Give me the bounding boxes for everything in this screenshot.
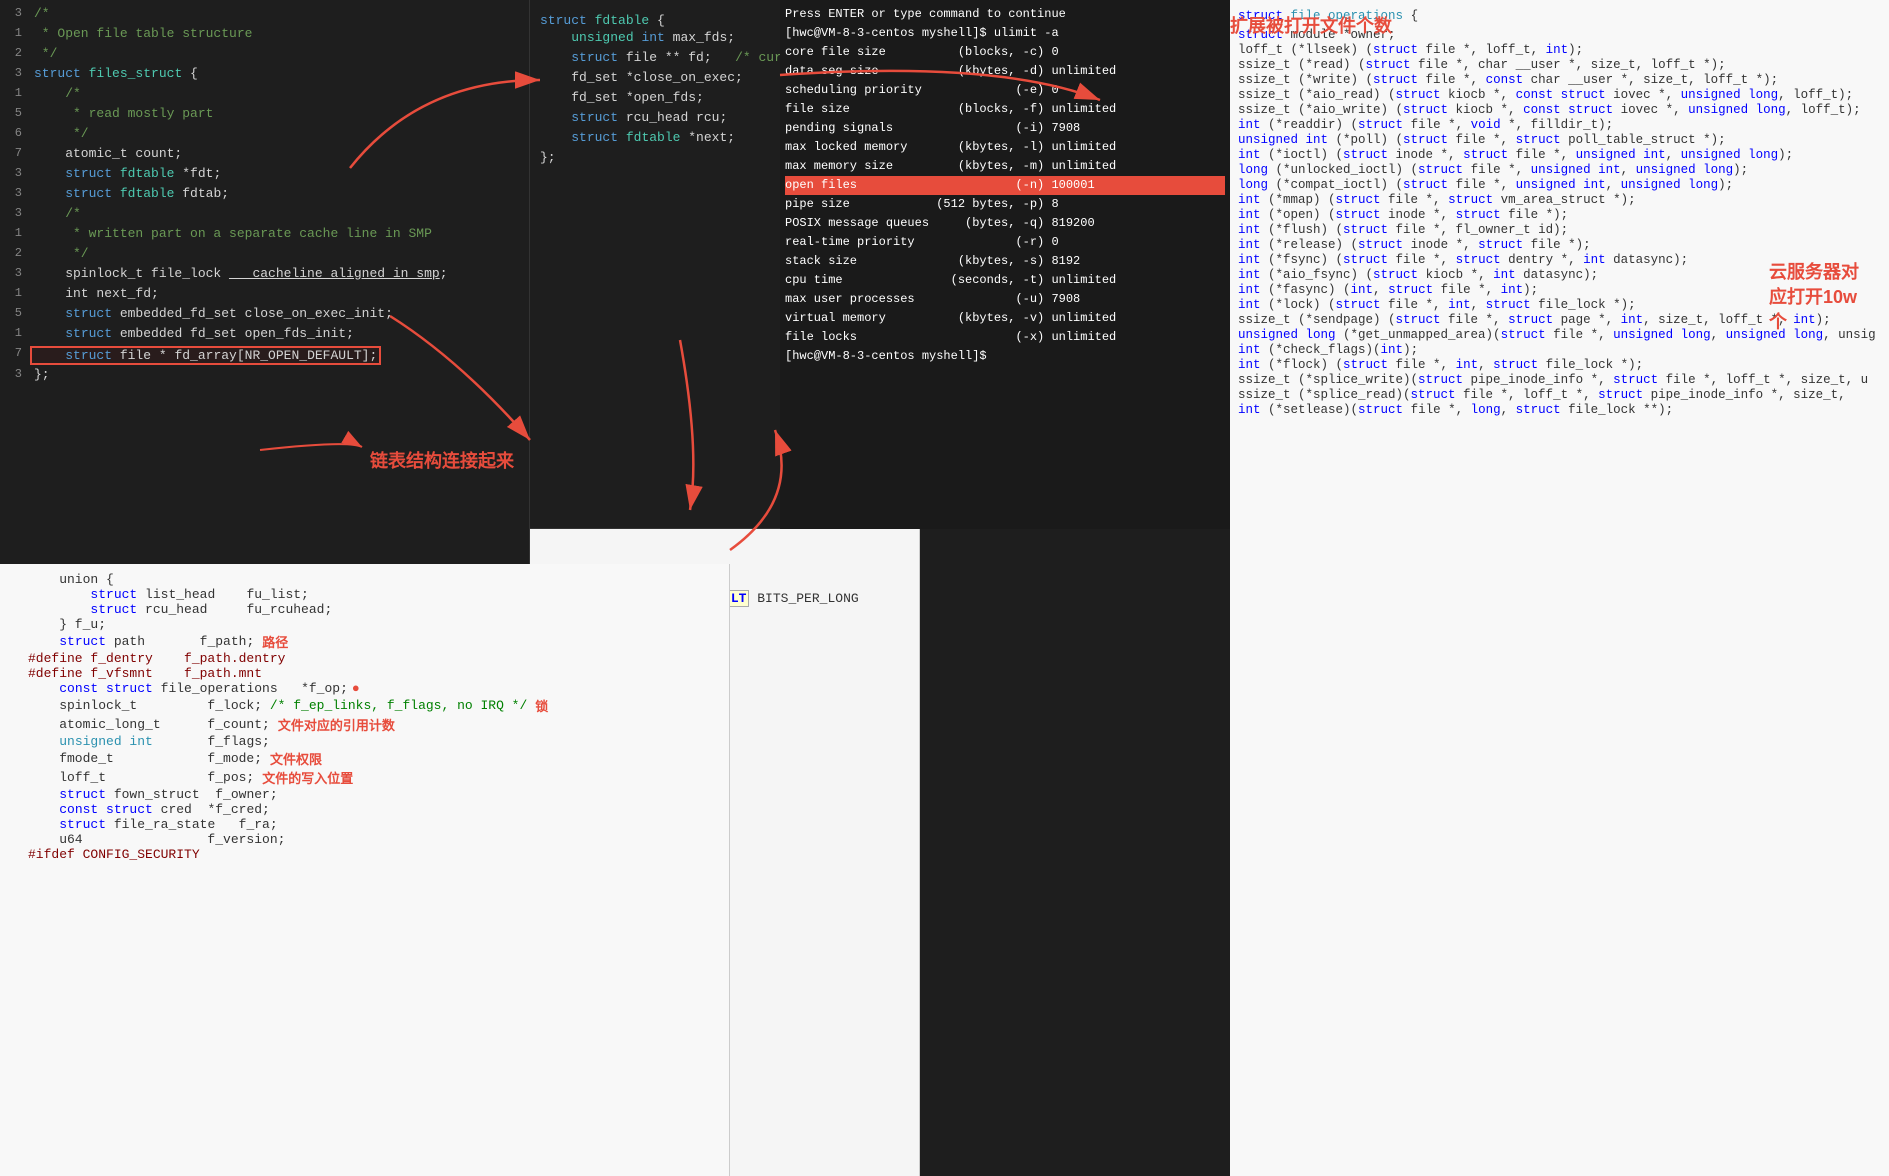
code-line: long (*unlocked_ioctl) (struct file *, u… [1230,162,1889,177]
lock-annotation: 锁 [535,696,548,715]
code-line: 3 /* [0,5,529,25]
highlight-code-line: 7 struct file * fd_array[NR_OPEN_DEFAULT… [0,345,529,366]
expand-files-annotation: 扩展被打开文件个数 [1230,12,1392,38]
code-line: unsigned int (*poll) (struct file *, str… [1230,132,1889,147]
code-line: int (*flush) (struct file *, fl_owner_t … [1230,222,1889,237]
terminal-line: max memory size (kbytes, -m) unlimited [785,157,1225,176]
code-line: ssize_t (*read) (struct file *, char __u… [1230,57,1889,72]
open-files-line: open files (-n) 100001 [785,176,1225,195]
code-line: 2 */ [0,245,529,265]
terminal-line: data seg size (kbytes, -d) unlimited [785,62,1225,81]
code-line: struct fown_struct f_owner; [0,787,729,802]
code-line: 1 * Open file table structure [0,25,529,45]
cloud-server-annotation: 云服务器对应打开10w个 [1769,260,1859,336]
code-line: ssize_t (*write) (struct file *, const c… [1230,72,1889,87]
code-line: 3 struct fdtable fdtab; [0,185,529,205]
code-line: int (*check_flags)(int); [1230,342,1889,357]
refcount-annotation: 文件对应的引用计数 [278,715,395,734]
code-line: int (*ioctl) (struct inode *, struct fil… [1230,147,1889,162]
chain-annotation: 链表结构连接起来 [370,447,514,473]
code-line: 5 * read mostly part [0,105,529,125]
code-line: #define f_dentry f_path.dentry [0,651,729,666]
terminal-line: stack size (kbytes, -s) 8192 [785,252,1225,271]
terminal-line: pipe size (512 bytes, -p) 8 [785,195,1225,214]
terminal-line: cpu time (seconds, -t) unlimited [785,271,1225,290]
terminal-line: POSIX message queues (bytes, -q) 819200 [785,214,1225,233]
fmode-annotation: 文件权限 [270,749,322,768]
code-line: 3 struct fdtable *fdt; [0,165,529,185]
code-line: int (*flock) (struct file *, int, struct… [1230,357,1889,372]
terminal-line: pending signals (-i) 7908 [785,119,1225,138]
code-line: const struct file_operations *f_op; ● [0,681,729,696]
code-line: int (*release) (struct inode *, struct f… [1230,237,1889,252]
file-struct-panel: union { struct list_head fu_list; struct… [0,564,730,1176]
code-line: fmode_t f_mode; 文件权限 [0,749,729,768]
terminal-line: [hwc@VM-8-3-centos myshell]$ ulimit -a [785,24,1225,43]
terminal-line: max user processes (-u) 7908 [785,290,1225,309]
code-line: ssize_t (*splice_read)(struct file *, lo… [1230,387,1889,402]
code-line: const struct cred *f_cred; [0,802,729,817]
code-line: 3 struct files_struct { [0,65,529,85]
code-line: loff_t f_pos; 文件的写入位置 [0,768,729,787]
terminal-line: Press ENTER or type command to continue [785,5,1225,24]
code-line: int (*readdir) (struct file *, void *, f… [1230,117,1889,132]
code-line: ssize_t (*splice_write)(struct pipe_inod… [1230,372,1889,387]
code-line: int (*open) (struct inode *, struct file… [1230,207,1889,222]
terminal-line: file size (blocks, -f) unlimited [785,100,1225,119]
code-line: struct rcu_head fu_rcuhead; [0,602,729,617]
terminal-line: real-time priority (-r) 0 [785,233,1225,252]
terminal-line: scheduling priority (-e) 0 [785,81,1225,100]
terminal-line: max locked memory (kbytes, -l) unlimited [785,138,1225,157]
code-line: int (*setlease)(struct file *, long, str… [1230,402,1889,417]
fpos-annotation: 文件的写入位置 [262,768,353,787]
code-line: 6 */ [0,125,529,145]
code-line: 5 struct embedded_fd_set close_on_exec_i… [0,305,529,325]
terminal-line: file locks (-x) unlimited [785,328,1225,347]
code-line: u64 f_version; [0,832,729,847]
code-line: unsigned int f_flags; [0,734,729,749]
code-line: 3 spinlock_t file_lock ___cacheline_alig… [0,265,529,285]
code-line: struct path f_path; 路径 [0,632,729,651]
code-line: ssize_t (*aio_read) (struct kiocb *, con… [1230,87,1889,102]
code-line: union { [0,572,729,587]
code-line: struct list_head fu_list; [0,587,729,602]
code-line: 7 atomic_t count; [0,145,529,165]
code-line: #define f_vfsmnt f_path.mnt [0,666,729,681]
code-line: 3 }; [0,366,529,386]
terminal-line: virtual memory (kbytes, -v) unlimited [785,309,1225,328]
file-operations-panel: struct file_operations { struct module *… [1230,0,1889,1176]
code-line: } f_u; [0,617,729,632]
code-line: atomic_long_t f_count; 文件对应的引用计数 [0,715,729,734]
path-annotation: 路径 [262,632,288,651]
code-line: loff_t (*llseek) (struct file *, loff_t,… [1230,42,1889,57]
code-line: 1 * written part on a separate cache lin… [0,225,529,245]
code-line: int (*mmap) (struct file *, struct vm_ar… [1230,192,1889,207]
terminal-line: [hwc@VM-8-3-centos myshell]$ [785,347,1225,366]
code-line: ssize_t (*aio_write) (struct kiocb *, co… [1230,102,1889,117]
code-line: 1 int next_fd; [0,285,529,305]
code-line: spinlock_t f_lock; /* f_ep_links, f_flag… [0,696,729,715]
terminal-line: core file size (blocks, -c) 0 [785,43,1225,62]
code-line: #ifdef CONFIG_SECURITY [0,847,729,862]
terminal-panel: Press ENTER or type command to continue … [780,0,1230,529]
code-line: 1 /* [0,85,529,105]
code-line: 2 */ [0,45,529,65]
code-line: long (*compat_ioctl) (struct file *, uns… [1230,177,1889,192]
main-container: 3 /* 1 * Open file table structure 2 */ … [0,0,1889,1176]
code-line: struct file_ra_state f_ra; [0,817,729,832]
code-line: 3 /* [0,205,529,225]
code-line: 1 struct embedded fd_set open_fds_init; [0,325,529,345]
